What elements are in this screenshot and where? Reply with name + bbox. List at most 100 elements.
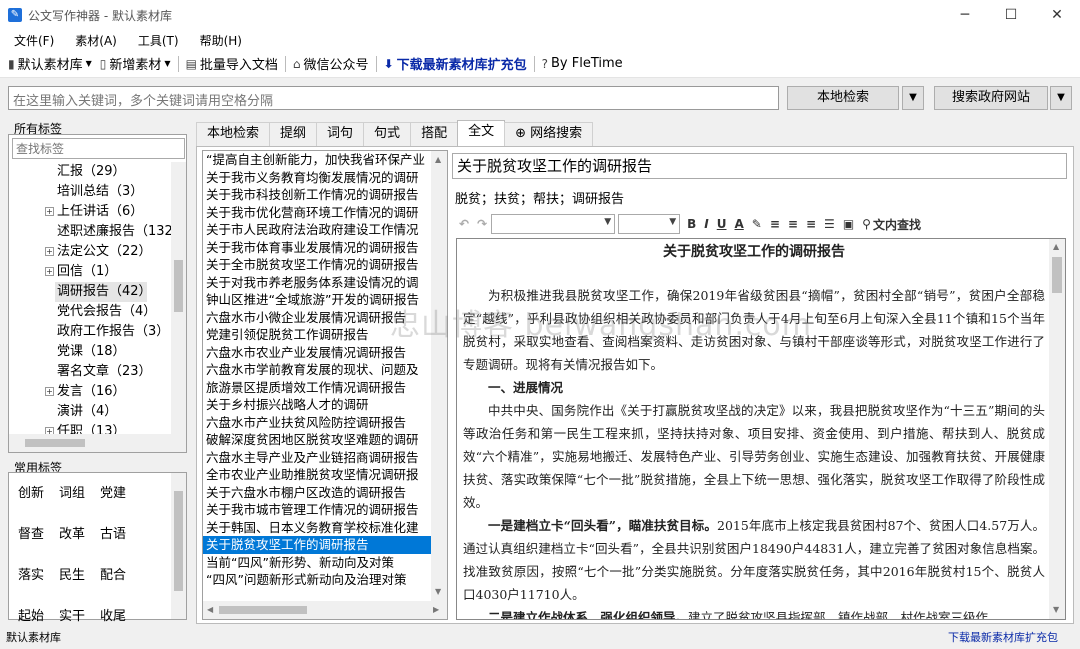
- tab-4[interactable]: 搭配: [410, 122, 459, 146]
- scroll-up-icon[interactable]: ▲: [1053, 242, 1059, 251]
- tag-tree-item[interactable]: 党代会报告（4）: [9, 302, 171, 322]
- common-tag[interactable]: 改革: [59, 523, 85, 542]
- expand-icon[interactable]: +: [45, 427, 54, 434]
- gov-search-button[interactable]: 搜索政府网站: [934, 86, 1048, 110]
- local-search-dropdown[interactable]: ▼: [902, 86, 924, 110]
- document-title-field[interactable]: 关于脱贫攻坚工作的调研报告: [452, 153, 1067, 179]
- document-list-item[interactable]: 破解深度贫困地区脱贫攻坚难题的调研: [203, 431, 431, 449]
- image-icon[interactable]: ▣: [843, 217, 854, 231]
- scroll-up-icon[interactable]: ▲: [435, 155, 441, 164]
- document-scrollbar[interactable]: ▲ ▼: [1049, 239, 1065, 619]
- document-list-item[interactable]: 六盘水市产业扶贫风险防控调研报告: [203, 414, 431, 432]
- document-list-item[interactable]: 旅游景区提质增效工作情况调研报告: [203, 379, 431, 397]
- document-list-item[interactable]: 关于全市脱贫攻坚工作情况的调研报告: [203, 256, 431, 274]
- tag-tree-item[interactable]: 汇报（29）: [9, 162, 171, 182]
- document-list-item[interactable]: “四风”问题新形式新动向及治理对策: [203, 571, 431, 589]
- gov-search-dropdown[interactable]: ▼: [1050, 86, 1072, 110]
- scroll-down-icon[interactable]: ▼: [435, 587, 441, 596]
- document-list-item[interactable]: 关于我市义务教育均衡发展情况的调研: [203, 169, 431, 187]
- tab-0[interactable]: 本地检索: [196, 122, 271, 146]
- highlight-icon[interactable]: ✎: [752, 217, 762, 231]
- document-list-item[interactable]: 关于六盘水市棚户区改造的调研报告: [203, 484, 431, 502]
- common-tag[interactable]: 民生: [59, 564, 85, 583]
- common-tags-scrollbar[interactable]: [171, 473, 186, 619]
- document-list-hscrollbar[interactable]: ◀ ▶: [203, 601, 447, 619]
- document-list-item[interactable]: 关于乡村振兴战略人才的调研: [203, 396, 431, 414]
- common-tag[interactable]: 实干: [59, 605, 85, 624]
- underline-icon[interactable]: U: [717, 217, 727, 231]
- tag-tree-item[interactable]: + 上任讲话（6）: [9, 202, 171, 222]
- tab-6[interactable]: ⊕ 网络搜索: [504, 122, 594, 146]
- batch-import-button[interactable]: ▤ 批量导入文档: [182, 52, 282, 76]
- document-list-item[interactable]: 关于我市优化营商环境工作情况的调研: [203, 204, 431, 222]
- document-list-item[interactable]: 关于市人民政府法治政府建设工作情况: [203, 221, 431, 239]
- tags-tree-scrollbar[interactable]: [171, 162, 186, 434]
- expand-icon[interactable]: +: [45, 207, 54, 216]
- tag-tree-item[interactable]: 政府工作报告（3）: [9, 322, 171, 342]
- tag-tree-item[interactable]: + 法定公文（22）: [9, 242, 171, 262]
- local-search-button[interactable]: 本地检索: [787, 86, 899, 110]
- undo-icon[interactable]: ↶: [459, 217, 469, 231]
- bold-icon[interactable]: B: [687, 217, 696, 231]
- tag-tree-item[interactable]: 述职述廉报告（132: [9, 222, 171, 242]
- tab-5[interactable]: 全文: [457, 120, 506, 146]
- common-tag[interactable]: 词组: [59, 482, 85, 501]
- document-list-item[interactable]: 关于韩国、日本义务教育学校标准化建: [203, 519, 431, 537]
- tag-tree-item[interactable]: + 回信（1）: [9, 262, 171, 282]
- document-list-item[interactable]: 关于我市科技创新工作情况的调研报告: [203, 186, 431, 204]
- keyword-search-input[interactable]: 在这里输入关键词，多个关键词请用空格分隔: [8, 86, 779, 110]
- document-editor[interactable]: 关于脱贫攻坚工作的调研报告 为积极推进我县脱贫攻坚工作，确保2019年省级贫困县…: [456, 238, 1066, 620]
- scroll-thumb[interactable]: [174, 491, 183, 591]
- tag-tree-item[interactable]: 调研报告（42）: [9, 282, 171, 302]
- common-tag[interactable]: 起始: [18, 605, 44, 624]
- tag-tree-item[interactable]: 署名文章（23）: [9, 362, 171, 382]
- scroll-thumb[interactable]: [219, 606, 307, 614]
- tab-3[interactable]: 句式: [363, 122, 412, 146]
- expand-icon[interactable]: +: [45, 247, 54, 256]
- common-tag[interactable]: 落实: [18, 564, 44, 583]
- common-tag[interactable]: 党建: [100, 482, 126, 501]
- tag-search-input[interactable]: [12, 138, 185, 159]
- scroll-thumb[interactable]: [1052, 257, 1062, 293]
- scroll-down-icon[interactable]: ▼: [1053, 605, 1059, 614]
- find-in-text-button[interactable]: ⚲ 文内查找: [862, 216, 921, 233]
- align-right-icon[interactable]: ≡: [806, 217, 816, 231]
- tag-tree-item[interactable]: + 任职（13）: [9, 422, 171, 434]
- tag-tree-item[interactable]: 党课（18）: [9, 342, 171, 362]
- library-button[interactable]: ▮ 默认素材库 ▼: [4, 52, 96, 76]
- align-left-icon[interactable]: ≡: [770, 217, 780, 231]
- menu-file[interactable]: 文件(F): [0, 32, 61, 49]
- status-download-link[interactable]: 下载最新素材库扩充包: [948, 627, 1058, 649]
- common-tag[interactable]: 配合: [100, 564, 126, 583]
- document-list-item[interactable]: 当前“四风”新形势、新动向及对策: [203, 554, 431, 572]
- close-button[interactable]: ✕: [1034, 0, 1080, 30]
- common-tag[interactable]: 古语: [100, 523, 126, 542]
- download-pack-button[interactable]: ⬇ 下载最新素材库扩充包: [380, 52, 531, 76]
- tag-tree-item[interactable]: 培训总结（3）: [9, 182, 171, 202]
- tag-tree-item[interactable]: 演讲（4）: [9, 402, 171, 422]
- document-list-item[interactable]: 六盘水主导产业及产业链招商调研报告: [203, 449, 431, 467]
- scroll-left-icon[interactable]: ◀: [207, 605, 213, 614]
- menu-help[interactable]: 帮助(H): [186, 32, 249, 49]
- tags-tree-hscrollbar[interactable]: [9, 434, 186, 452]
- list-icon[interactable]: ☰: [824, 217, 835, 231]
- menu-tools[interactable]: 工具(T): [124, 32, 186, 49]
- new-material-button[interactable]: ▯ 新增素材 ▼: [96, 52, 175, 76]
- tab-1[interactable]: 提纲: [269, 122, 318, 146]
- menu-material[interactable]: 素材(A): [61, 32, 124, 49]
- about-button[interactable]: ? By FleTime: [538, 52, 627, 76]
- expand-icon[interactable]: +: [45, 387, 54, 396]
- minimize-button[interactable]: ─: [942, 0, 988, 30]
- document-body[interactable]: 关于脱贫攻坚工作的调研报告 为积极推进我县脱贫攻坚工作，确保2019年省级贫困县…: [463, 241, 1045, 619]
- document-list-item[interactable]: 六盘水市农业产业发展情况调研报告: [203, 344, 431, 362]
- document-list-item[interactable]: “提高自主创新能力，加快我省环保产业: [203, 151, 431, 169]
- scroll-right-icon[interactable]: ▶: [433, 605, 439, 614]
- document-list-item[interactable]: 关于脱贫攻坚工作的调研报告: [203, 536, 431, 554]
- italic-icon[interactable]: I: [704, 217, 708, 231]
- document-list-item[interactable]: 关于我市城市管理工作情况的调研报告: [203, 501, 431, 519]
- tag-tree-item[interactable]: + 发言（16）: [9, 382, 171, 402]
- scroll-thumb[interactable]: [174, 260, 183, 312]
- document-list-item[interactable]: 关于我市体育事业发展情况的调研报告: [203, 239, 431, 257]
- expand-icon[interactable]: +: [45, 267, 54, 276]
- document-list-item[interactable]: 六盘水市学前教育发展的现状、问题及: [203, 361, 431, 379]
